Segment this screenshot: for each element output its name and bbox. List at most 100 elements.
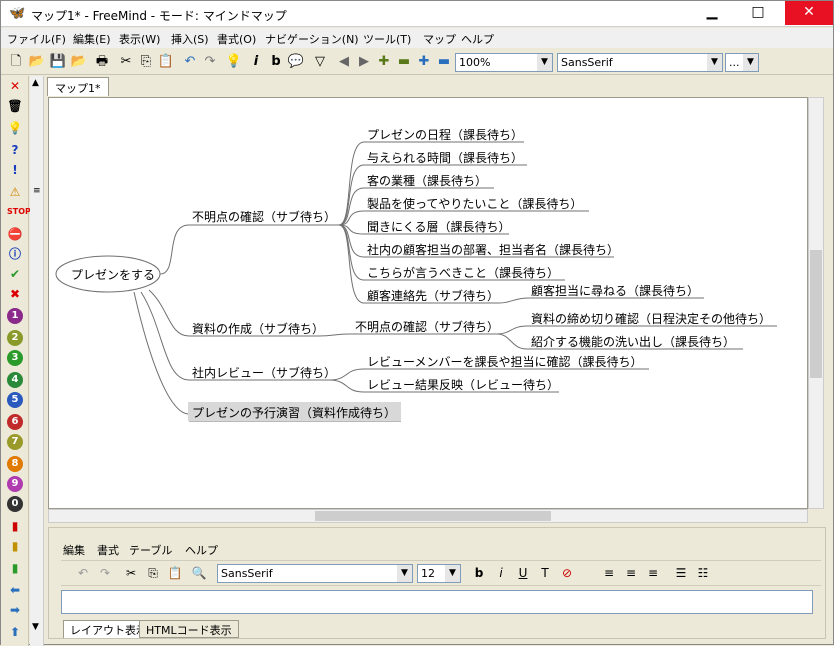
map-node[interactable]: 社内の顧客担当の部署、担当者名（課長待ち） <box>367 241 619 258</box>
menu-format[interactable]: 書式(O) <box>217 31 256 47</box>
underline-icon[interactable]: U <box>515 565 531 581</box>
map-node[interactable]: 資料の作成（サブ待ち） <box>192 320 324 337</box>
map-node[interactable]: レビュー結果反映（レビュー待ち） <box>367 376 559 393</box>
arrow-left-icon[interactable]: ⬅ <box>7 582 23 598</box>
map-node[interactable]: 紹介する機能の洗い出し（課長待ち） <box>531 333 735 350</box>
map-node-selected[interactable]: プレゼンの予行演習（資料作成待ち） <box>192 404 396 421</box>
numbered-list-icon[interactable]: ☷ <box>695 565 711 581</box>
priority-3-icon[interactable]: 3 <box>7 350 23 366</box>
cut-icon[interactable]: ✂ <box>117 53 135 71</box>
note-size-select[interactable]: 12 ▼ <box>417 564 461 583</box>
bullet-list-icon[interactable]: ☰ <box>673 565 689 581</box>
priority-7-icon[interactable]: 7 <box>7 434 23 450</box>
redo-icon[interactable]: ↷ <box>97 565 113 581</box>
map-node[interactable]: 聞きにくる層（課長待ち） <box>367 218 511 235</box>
scroll-thumb[interactable] <box>315 511 551 521</box>
font-size-select[interactable]: ... ▼ <box>725 53 759 72</box>
align-right-icon[interactable]: ≡ <box>645 565 661 581</box>
canvas-vertical-scrollbar[interactable] <box>808 97 824 509</box>
zoom-out-icon[interactable]: ▬ <box>435 53 453 71</box>
paste-icon[interactable]: 📋 <box>157 53 175 71</box>
text-color-icon[interactable]: T <box>537 565 553 581</box>
map-node[interactable]: 顧客連絡先（サブ待ち） <box>367 287 499 304</box>
map-node[interactable]: 資料の締め切り確認（日程決定その他待ち） <box>531 310 771 327</box>
priority-6-icon[interactable]: 6 <box>7 414 23 430</box>
stop-icon[interactable]: STOP <box>7 204 31 220</box>
scroll-down-icon[interactable]: ▼ <box>32 622 39 632</box>
menu-help[interactable]: ヘルプ <box>461 31 494 47</box>
info-icon[interactable]: ⓘ <box>7 246 23 262</box>
traffic-light-green-icon[interactable]: ▮ <box>7 560 23 576</box>
scroll-thumb[interactable] <box>810 250 822 378</box>
save-as-icon[interactable]: 📂 <box>70 53 88 71</box>
mindmap-canvas[interactable]: プレゼンをする 不明点の確認（サブ待ち） プレゼンの日程（課長待ち） 与えられる… <box>48 97 808 509</box>
new-icon[interactable]: 🗋 <box>7 53 25 71</box>
paste-icon[interactable]: 📋 <box>167 565 183 581</box>
copy-icon[interactable]: ⎘ <box>145 565 161 581</box>
idea-icon[interactable]: 💡 <box>7 120 23 136</box>
trash-icon[interactable]: 🗑 <box>7 98 23 114</box>
scroll-up-icon[interactable]: ▲ <box>32 78 39 88</box>
bold-icon[interactable]: b <box>471 565 487 581</box>
priority-1-icon[interactable]: 1 <box>7 308 23 324</box>
priority-4-icon[interactable]: 4 <box>7 372 23 388</box>
cut-icon[interactable]: ✂ <box>123 565 139 581</box>
note-text-area[interactable] <box>61 590 813 614</box>
map-node[interactable]: 社内レビュー（サブ待ち） <box>192 364 336 381</box>
priority-0-icon[interactable]: 0 <box>7 496 23 512</box>
note-menu-edit[interactable]: 編集 <box>63 542 85 558</box>
open-icon[interactable]: 📂 <box>28 53 46 71</box>
align-left-icon[interactable]: ≡ <box>601 565 617 581</box>
priority-2-icon[interactable]: 2 <box>7 330 23 346</box>
note-menu-help[interactable]: ヘルプ <box>185 542 218 558</box>
undo-icon[interactable]: ↶ <box>75 565 91 581</box>
priority-9-icon[interactable]: 9 <box>7 476 23 492</box>
exclamation-icon[interactable]: ! <box>7 162 23 178</box>
font-family-select[interactable]: SansSerif ▼ <box>557 53 723 72</box>
menu-navigation[interactable]: ナビゲーション(N) <box>265 31 359 47</box>
close-button[interactable]: ✕ <box>785 1 833 25</box>
note-font-select[interactable]: SansSerif ▼ <box>217 564 413 583</box>
zoom-select[interactable]: 100% ▼ <box>455 53 553 72</box>
menu-edit[interactable]: 編集(E) <box>73 31 111 47</box>
priority-8-icon[interactable]: 8 <box>7 456 23 472</box>
canvas-horizontal-scrollbar[interactable] <box>48 509 808 523</box>
italic-icon[interactable]: i <box>493 565 509 581</box>
tab-html-view[interactable]: HTMLコード表示 <box>139 620 239 638</box>
copy-icon[interactable]: ⎘ <box>137 53 155 71</box>
priority-5-icon[interactable]: 5 <box>7 392 23 408</box>
minimize-button[interactable]: ▁ <box>695 1 729 25</box>
question-icon[interactable]: ? <box>7 142 23 158</box>
undo-icon[interactable]: ↶ <box>181 53 199 71</box>
checkmark-icon[interactable]: ✔ <box>7 266 23 282</box>
save-icon[interactable]: 💾 <box>49 53 67 71</box>
back-icon[interactable]: ◀ <box>335 53 353 71</box>
sidebar-scrollbar[interactable]: ▲ ≡ ▼ <box>30 76 44 646</box>
print-icon[interactable]: 🖶 <box>93 53 111 71</box>
forward-icon[interactable]: ▶ <box>355 53 373 71</box>
root-node[interactable]: プレゼンをする <box>71 266 155 283</box>
map-node[interactable]: 与えられる時間（課長待ち） <box>367 149 523 166</box>
map-node[interactable]: 顧客担当に尋ねる（課長待ち） <box>531 282 699 299</box>
map-node[interactable]: 客の業種（課長待ち） <box>367 172 487 189</box>
menu-map[interactable]: マップ <box>423 31 456 47</box>
menu-insert[interactable]: 挿入(S) <box>171 31 209 47</box>
map-node[interactable]: こちらが言うべきこと（課長待ち） <box>367 264 559 281</box>
map-node[interactable]: レビューメンバーを課長や担当に確認（課長待ち） <box>367 353 643 370</box>
menu-file[interactable]: ファイル(F) <box>7 31 66 47</box>
add-node-icon[interactable]: ✚ <box>375 53 393 71</box>
align-center-icon[interactable]: ≡ <box>623 565 639 581</box>
menu-tools[interactable]: ツール(T) <box>363 31 411 47</box>
note-menu-format[interactable]: 書式 <box>97 542 119 558</box>
italic-icon[interactable]: i <box>247 53 265 71</box>
zoom-in-icon[interactable]: ✚ <box>415 53 433 71</box>
cloud-icon[interactable]: 💬 <box>287 53 305 71</box>
remove-node-icon[interactable]: ▬ <box>395 53 413 71</box>
find-icon[interactable]: 🔍 <box>191 565 207 581</box>
note-menu-table[interactable]: テーブル <box>129 542 172 558</box>
traffic-light-yellow-icon[interactable]: ▮ <box>7 538 23 554</box>
remove-icon-icon[interactable]: ✕ <box>7 78 23 94</box>
arrow-up-icon[interactable]: ⬆ <box>7 624 23 640</box>
traffic-light-red-icon[interactable]: ▮ <box>7 518 23 534</box>
filter-icon[interactable]: ▽ <box>311 53 329 71</box>
